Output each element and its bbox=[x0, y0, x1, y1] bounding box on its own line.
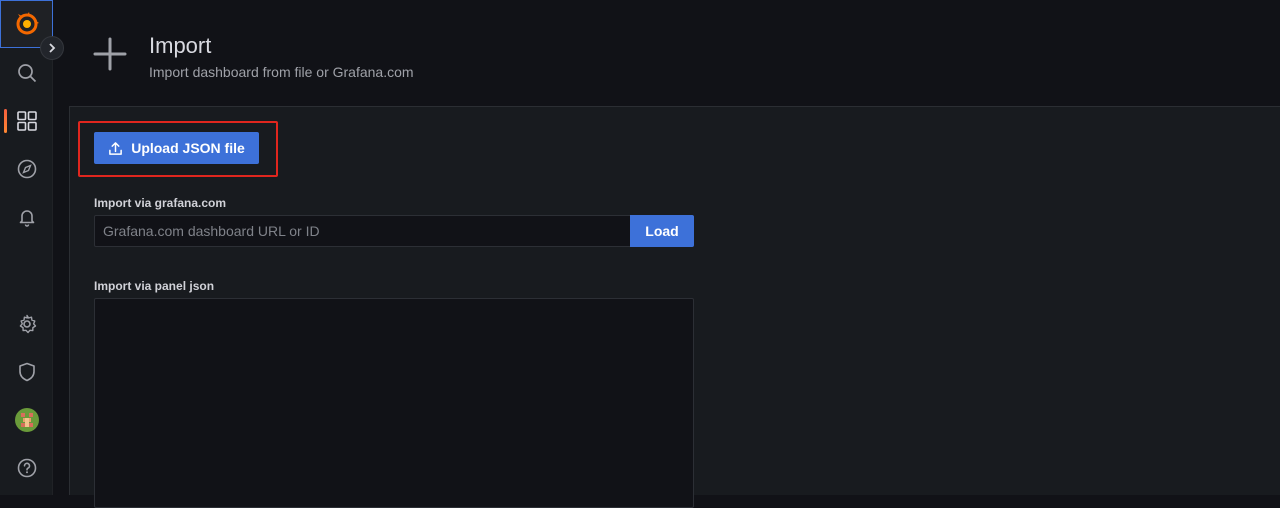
grafana-import-label: Import via grafana.com bbox=[94, 196, 226, 210]
expand-sidebar-button[interactable] bbox=[40, 36, 64, 60]
user-avatar bbox=[15, 408, 39, 432]
plus-icon bbox=[93, 37, 127, 71]
dashboards-icon bbox=[17, 111, 37, 131]
configuration-gear-icon bbox=[17, 314, 37, 334]
chevron-right-icon bbox=[47, 43, 57, 53]
alerting-bell-icon bbox=[17, 207, 37, 227]
page-title: Import bbox=[149, 33, 211, 59]
server-admin-nav-item[interactable] bbox=[0, 352, 53, 392]
configuration-nav-item[interactable] bbox=[0, 304, 53, 344]
upload-icon bbox=[108, 141, 123, 156]
upload-button-label: Upload JSON file bbox=[131, 140, 245, 156]
explore-compass-icon bbox=[17, 159, 37, 179]
grafana-url-input[interactable] bbox=[94, 215, 631, 247]
panel-json-label: Import via panel json bbox=[94, 279, 214, 293]
page-header: Import Import dashboard from file or Gra… bbox=[53, 0, 1280, 106]
grafana-logo-icon bbox=[15, 12, 39, 36]
explore-nav-item[interactable] bbox=[0, 149, 53, 189]
dashboards-nav-item[interactable] bbox=[0, 101, 53, 141]
help-icon bbox=[17, 458, 37, 478]
load-button[interactable]: Load bbox=[630, 215, 694, 247]
upload-json-file-button[interactable]: Upload JSON file bbox=[94, 132, 259, 164]
sidebar bbox=[0, 0, 53, 495]
panel-json-textarea[interactable] bbox=[94, 298, 694, 508]
search-icon bbox=[17, 63, 37, 83]
server-admin-shield-icon bbox=[17, 362, 37, 382]
help-nav-item[interactable] bbox=[0, 448, 53, 488]
profile-nav-item[interactable] bbox=[0, 400, 53, 440]
page-subtitle: Import dashboard from file or Grafana.co… bbox=[149, 64, 414, 80]
search-nav-item[interactable] bbox=[0, 53, 53, 93]
alerting-nav-item[interactable] bbox=[0, 197, 53, 237]
